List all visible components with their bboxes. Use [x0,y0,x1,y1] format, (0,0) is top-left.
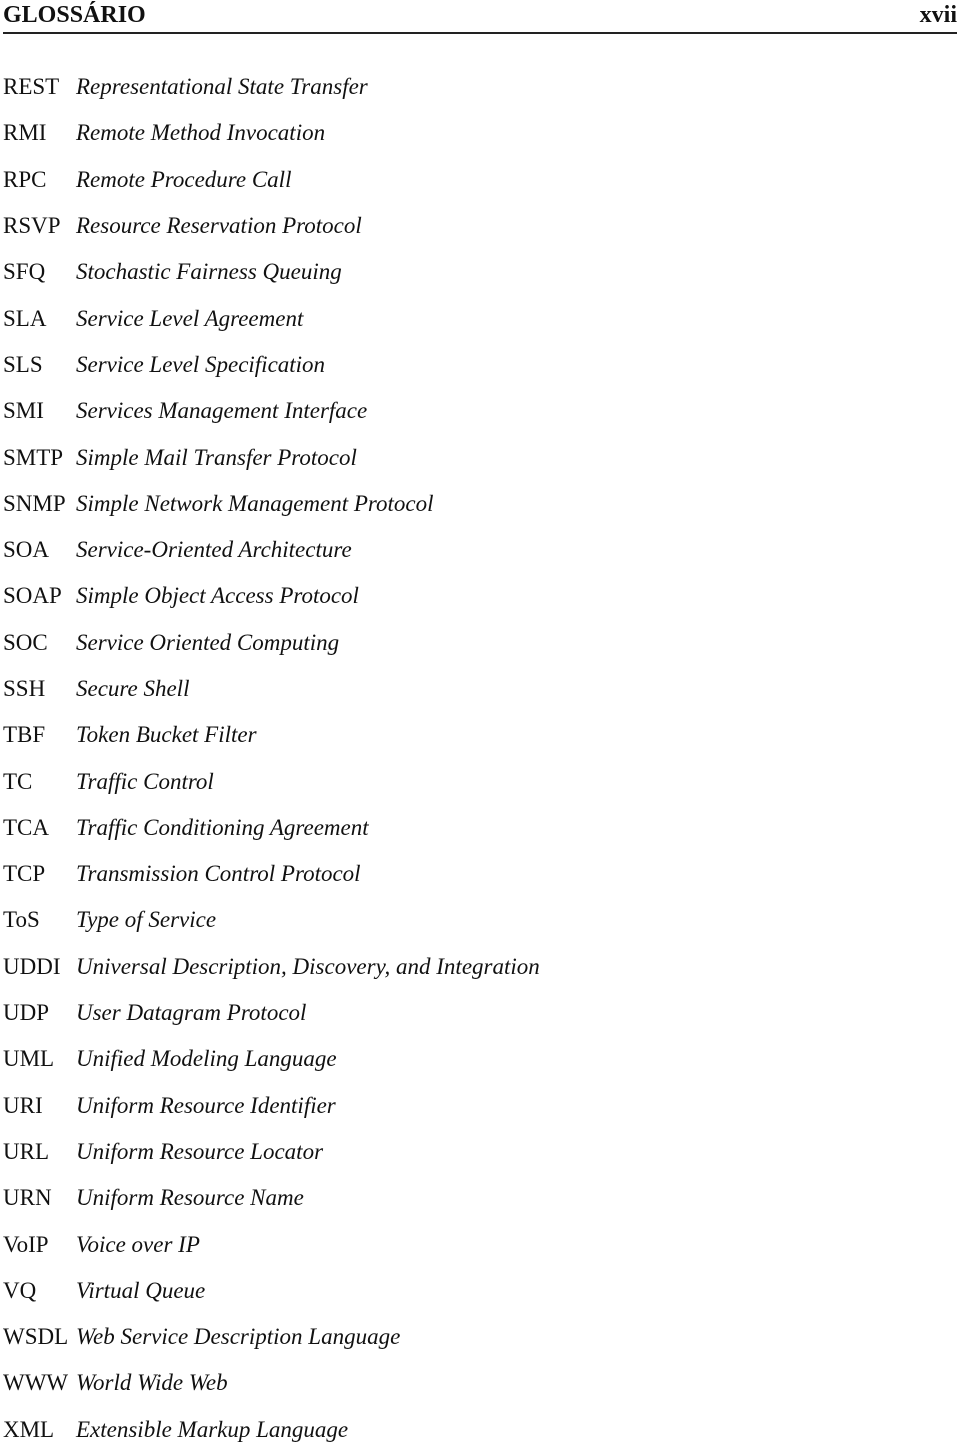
glossary-entry: WWW World Wide Web [3,1360,943,1406]
glossary-definition: Universal Description, Discovery, and In… [76,953,540,979]
glossary-entry: URL Uniform Resource Locator [3,1129,943,1175]
glossary-entry: SLA Service Level Agreement [3,295,943,341]
glossary-definition: Uniform Resource Identifier [76,1092,336,1118]
glossary-abbreviation: RMI [3,120,47,146]
glossary-abbreviation: SMI [3,398,44,424]
glossary-definition: World Wide Web [76,1370,228,1396]
glossary-entry: TCP Transmission Control Protocol [3,851,943,897]
glossary-definition: Uniform Resource Locator [76,1138,324,1164]
page-number: xvii [919,2,957,28]
glossary-entry: SOC Service Oriented Computing [3,620,943,666]
glossary-definition: Token Bucket Filter [76,722,257,748]
glossary-definition: Service Level Agreement [76,305,304,331]
glossary-entry: SMTP Simple Mail Transfer Protocol [3,434,943,480]
glossary-entry: ToS Type of Service [3,897,943,943]
glossary-abbreviation: SNMP [3,490,66,516]
glossary-definition: Traffic Conditioning Agreement [76,814,369,840]
glossary-abbreviation: URI [3,1092,43,1118]
glossary-entry: SMI Services Management Interface [3,388,943,434]
glossary-definition: Extensible Markup Language [76,1416,349,1442]
glossary-definition: Service-Oriented Architecture [76,537,352,563]
glossary-definition: Virtual Queue [76,1277,206,1303]
glossary-abbreviation: SLS [3,351,43,377]
glossary-definition: Voice over IP [76,1231,200,1257]
page-header: GLOSSÁRIO xvii [3,0,957,34]
glossary-abbreviation: SSH [3,676,46,701]
glossary-definition: Web Service Description Language [76,1324,401,1350]
glossary-definition: Simple Object Access Protocol [76,583,359,609]
glossary-entry: TBF Token Bucket Filter [3,712,943,758]
glossary-entry: VoIP Voice over IP [3,1221,943,1267]
glossary-abbreviation: TCP [3,861,46,887]
glossary-definition: User Datagram Protocol [76,1000,307,1026]
glossary-entry: XML Extensible Markup Language [3,1407,943,1453]
glossary-abbreviation: UDDI [3,953,61,979]
glossary-abbreviation: SFQ [3,259,46,285]
glossary-abbreviation: VoIP [3,1231,49,1257]
glossary-abbreviation: RSVP [3,213,61,239]
glossary-abbreviation: TCA [3,814,49,840]
glossary-definition: Simple Mail Transfer Protocol [76,444,357,470]
glossary-entry: SSH Secure Shell [3,666,943,712]
glossary-entry: TC Traffic Control [3,758,943,804]
glossary-definition: Type of Service [76,907,217,933]
glossary-definition: Resource Reservation Protocol [76,213,362,239]
glossary-entry: TCA Traffic Conditioning Agreement [3,805,943,851]
glossary-entry: RSVP Resource Reservation Protocol [3,203,943,249]
glossary-entry: UDP User Datagram Protocol [3,990,943,1036]
glossary-entry: SOAP Simple Object Access Protocol [3,573,943,619]
glossary-entry: UML Unified Modeling Language [3,1036,943,1082]
glossary-abbreviation: WWW [3,1370,69,1396]
chapter-title: GLOSSÁRIO [3,2,146,28]
glossary-definition: Stochastic Fairness Queuing [76,259,342,285]
glossary-entry: URN Uniform Resource Name [3,1175,943,1221]
glossary-entry: SFQ Stochastic Fairness Queuing [3,249,943,295]
glossary-abbreviation: SOAP [3,583,62,609]
glossary-entry: UDDI Universal Description, Discovery, an… [3,944,943,990]
glossary-abbreviation: UML [3,1046,55,1072]
glossary-list: REST Representational State Transfer RMI Re… [3,64,943,1453]
glossary-definition: Representational State Transfer [76,74,368,100]
glossary-abbreviation: UDP [3,1000,50,1026]
glossary-abbreviation: URL [3,1138,49,1164]
glossary-abbreviation: WSDL [3,1324,69,1350]
glossary-abbreviation: TC [3,768,33,794]
glossary-entry: SLS Service Level Specification [3,342,943,388]
glossary-abbreviation: SOC [3,629,48,655]
glossary-abbreviation: VQ [3,1277,37,1303]
glossary-definition: Uniform Resource Name [76,1185,304,1211]
glossary-abbreviation: TBF [3,722,46,748]
glossary-entry: SOA Service-Oriented Architecture [3,527,943,573]
glossary-abbreviation: XML [3,1416,55,1442]
glossary-abbreviation: RPC [3,166,47,192]
glossary-abbreviation: SMTP [3,444,64,470]
glossary-entry: URI Uniform Resource Identifier [3,1083,943,1129]
glossary-abbreviation: SLA [3,305,47,331]
glossary-definition: Unified Modeling Language [76,1046,337,1072]
glossary-definition: Secure Shell [76,676,190,701]
glossary-abbreviation: REST [3,74,60,100]
glossary-definition: Simple Network Management Protocol [76,490,434,516]
glossary-entry: REST Representational State Transfer [3,64,943,110]
glossary-definition: Remote Method Invocation [76,120,326,146]
glossary-entry: WSDL Web Service Description Language [3,1314,943,1360]
glossary-definition: Service Oriented Computing [76,629,340,655]
glossary-definition: Transmission Control Protocol [76,861,361,887]
glossary-entry: SNMP Simple Network Management Protocol [3,481,943,527]
glossary-abbreviation: SOA [3,537,50,563]
glossary-entry: RPC Remote Procedure Call [3,157,943,203]
glossary-definition: Service Level Specification [76,351,326,377]
glossary-definition: Remote Procedure Call [76,166,292,192]
glossary-definition: Services Management Interface [76,398,368,424]
glossary-abbreviation: URN [3,1185,52,1211]
glossary-entry: VQ Virtual Queue [3,1268,943,1314]
glossary-entry: RMI Remote Method Invocation [3,110,943,156]
glossary-definition: Traffic Control [76,768,214,794]
glossary-abbreviation: ToS [3,907,40,933]
